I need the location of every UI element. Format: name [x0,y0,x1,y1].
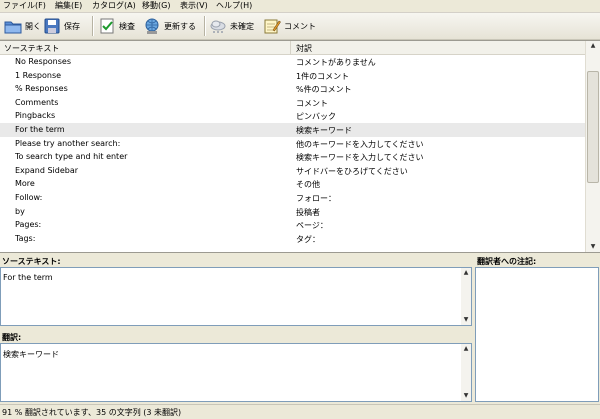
row-source-cell: by [15,206,25,216]
validate-label: 検査 [119,21,135,31]
row-source-cell: Comments [15,97,59,107]
table-row[interactable]: To search type and hit enter 検索キーワードを入力して… [0,150,585,164]
scroll-down-arrow[interactable]: ▼ [461,315,471,325]
status-bar: 91 % 翻訳されています、35 の文字列 (3 未翻訳) [0,404,600,419]
table-body: No Responses コメントがありません 1 Response 1件のコメント%… [0,55,585,245]
string-table: ソーステキスト 対訳 No Responses コメントがありません 1 Respo… [0,40,600,253]
row-translation-cell: 他のキーワードを入力してください [296,139,424,149]
source-scrollbar[interactable]: ▲ ▼ [461,268,471,325]
row-translation-cell: タグ： [296,234,320,244]
source-text-box[interactable]: For the term ▲ ▼ [0,267,472,326]
table-row[interactable]: 1 Response 1件のコメント [0,69,585,83]
menu-file[interactable]: ファイル(F) [3,1,46,11]
folder-icon [4,17,22,35]
column-header-source[interactable]: ソーステキスト [4,43,59,54]
menu-catalog[interactable]: カタログ(A) [92,1,136,11]
toolbar-separator [204,16,206,36]
open-button[interactable]: 開く [4,16,41,36]
toolbar: 開く 保存 検査 更新する 未確定 コメント [0,13,600,40]
translation-label: 翻訳: [2,333,22,342]
update-button[interactable]: 更新する [143,16,196,36]
row-source-cell: For the term [15,124,65,134]
source-text-label: ソーステキスト: [2,257,61,266]
row-source-cell: % Responses [15,84,68,94]
row-translation-cell: %件のコメント [296,85,352,95]
scroll-down-arrow[interactable]: ▼ [461,391,471,401]
table-row[interactable]: Comments コメント [0,96,585,110]
table-row[interactable]: Expand Sidebar サイドバーをひろげてください [0,164,585,178]
save-label: 保存 [64,21,80,31]
row-translation-cell: その他 [296,180,320,190]
translator-notes-box[interactable] [475,267,599,402]
menu-go[interactable]: 移動(G) [142,1,170,11]
row-source-cell: More [15,179,35,189]
row-source-cell: Expand Sidebar [15,165,79,175]
table-row[interactable]: Follow: フォロー： [0,191,585,205]
menu-bar: ファイル(F) 編集(E) カタログ(A) 移動(G) 表示(V) ヘルプ(H) [0,0,600,13]
comment-button[interactable]: コメント [263,16,316,36]
scroll-up-arrow[interactable]: ▲ [461,344,471,354]
translation-scrollbar[interactable]: ▲ ▼ [461,344,471,401]
table-scrollbar[interactable]: ▲ ▼ [585,41,600,252]
row-translation-cell: 投稿者 [296,207,320,217]
row-translation-cell: 1件のコメント [296,71,350,81]
table-row[interactable]: % Responses %件のコメント [0,82,585,96]
column-divider[interactable] [290,41,291,54]
row-translation-cell: コメント [296,98,328,108]
check-document-icon [98,17,116,35]
table-row[interactable]: More その他 [0,177,585,191]
scroll-up-arrow[interactable]: ▲ [461,268,471,278]
source-text-value: For the term [3,273,53,282]
table-row[interactable]: No Responses コメントがありません [0,55,585,69]
fuzzy-label: 未確定 [230,21,254,31]
menu-view[interactable]: 表示(V) [180,1,208,11]
row-source-cell: Tags: [15,233,36,243]
row-source-cell: To search type and hit enter [15,152,128,162]
cloud-icon [209,17,227,35]
update-label: 更新する [164,21,196,31]
toolbar-separator [92,16,94,36]
table-row[interactable]: Tags: タグ： [0,232,585,246]
table-row[interactable]: by 投稿者 [0,205,585,219]
row-source-cell: Please try another search: [15,138,121,148]
row-source-cell: 1 Response [15,70,62,80]
row-translation-cell: 検索キーワードを入力してください [296,153,424,163]
table-row[interactable]: Pingbacks ピンバック [0,109,585,123]
row-translation-cell: コメントがありません [296,58,376,67]
menu-help[interactable]: ヘルプ(H) [216,1,252,11]
scroll-down-arrow[interactable]: ▼ [586,242,600,252]
status-text: 91 % 翻訳されています、35 の文字列 (3 未翻訳) [2,408,182,417]
table-header: ソーステキスト 対訳 [0,41,585,55]
notepad-pencil-icon [263,17,281,35]
translator-notes-label: 翻訳者への注記: [477,257,537,266]
row-translation-cell: ピンバック [296,112,336,122]
row-source-cell: Pingbacks [15,111,56,121]
comment-label: コメント [284,21,316,31]
scroll-up-arrow[interactable]: ▲ [586,41,600,51]
globe-update-icon [143,17,161,35]
open-label: 開く [25,21,41,31]
row-source-cell: Follow: [15,192,43,202]
scroll-thumb[interactable] [587,71,599,183]
row-source-cell: Pages: [15,220,42,230]
row-source-cell: No Responses [15,57,72,66]
validate-button[interactable]: 検査 [98,16,135,36]
fuzzy-button[interactable]: 未確定 [209,16,254,36]
translation-text-box[interactable]: 検索キーワード ▲ ▼ [0,343,472,402]
table-row[interactable]: Please try another search: 他のキーワードを入力してくだ… [0,137,585,151]
row-translation-cell: ページ： [296,221,328,231]
row-translation-cell: フォロー： [296,193,336,203]
translation-text-value: 検索キーワード [3,350,59,359]
table-row[interactable]: Pages: ページ： [0,218,585,232]
table-row[interactable]: For the term 検索キーワード [0,122,585,137]
menu-edit[interactable]: 編集(E) [55,1,82,11]
save-icon [43,17,61,35]
column-header-translation[interactable]: 対訳 [296,43,312,54]
save-button[interactable]: 保存 [43,16,80,36]
row-translation-cell: サイドバーをひろげてください [296,166,408,176]
row-translation-cell: 検索キーワード [296,125,352,135]
